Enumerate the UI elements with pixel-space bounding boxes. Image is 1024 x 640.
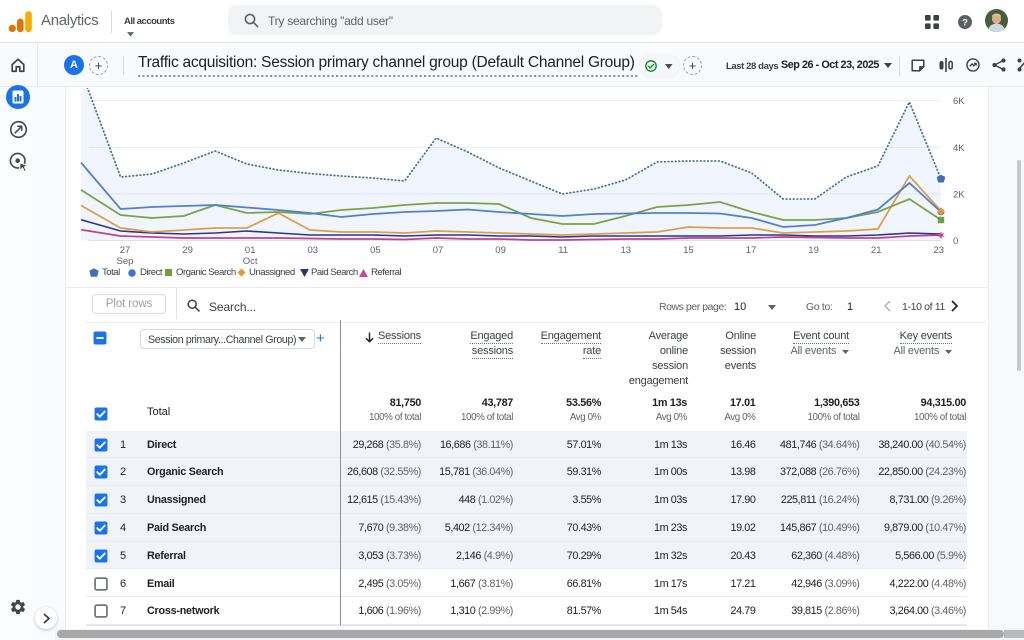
svg-text:17: 17 xyxy=(746,245,757,256)
svg-text:27: 27 xyxy=(120,245,131,256)
svg-text:15: 15 xyxy=(683,245,694,256)
svg-text:23: 23 xyxy=(934,245,945,256)
svg-text:01: 01 xyxy=(245,245,256,256)
svg-text:09: 09 xyxy=(495,245,506,256)
svg-text:0: 0 xyxy=(953,236,958,247)
svg-text:21: 21 xyxy=(871,245,882,256)
svg-text:03: 03 xyxy=(308,245,319,256)
svg-text:4K: 4K xyxy=(953,143,965,154)
svg-text:11: 11 xyxy=(558,245,568,256)
svg-text:2K: 2K xyxy=(953,190,965,201)
svg-text:29: 29 xyxy=(182,245,193,256)
svg-text:13: 13 xyxy=(621,245,632,256)
svg-text:19: 19 xyxy=(808,245,819,256)
svg-text:6K: 6K xyxy=(953,96,965,107)
svg-text:05: 05 xyxy=(370,245,381,256)
svg-text:07: 07 xyxy=(433,245,444,256)
